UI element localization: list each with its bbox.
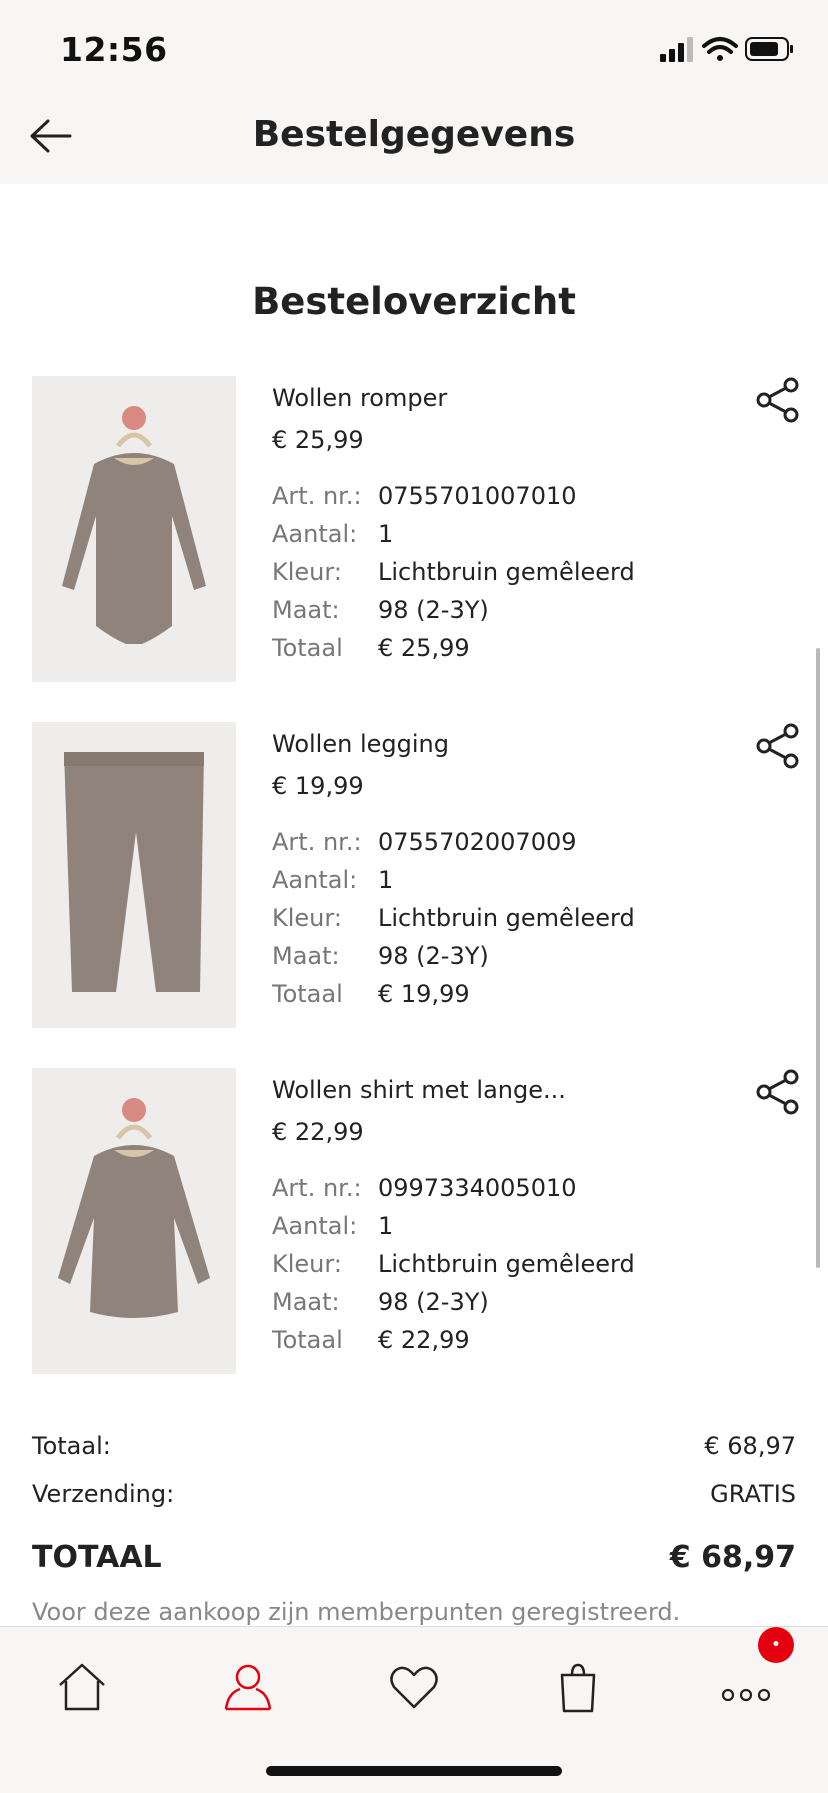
shipping-value: GRATIS — [710, 1480, 796, 1508]
shirt-image[interactable] — [32, 1068, 236, 1374]
art-nr-value: 0755701007010 — [378, 482, 577, 510]
shipping-row: Verzending: GRATIS — [32, 1470, 796, 1518]
section-title: Besteloverzicht — [252, 280, 576, 323]
aantal-value: 1 — [378, 866, 394, 894]
total-value: € 68,97 — [669, 1539, 796, 1575]
romper-image[interactable] — [32, 376, 236, 682]
art-nr-label: Art. nr.: — [272, 1174, 362, 1202]
kleur-label: Kleur: — [272, 558, 342, 586]
tab-home[interactable] — [42, 1647, 122, 1727]
item-name[interactable]: Wollen legging — [272, 730, 449, 758]
maat-value: 98 (2-3Y) — [378, 942, 489, 970]
totaal-label: Totaal — [272, 634, 343, 662]
battery-icon — [745, 37, 793, 61]
member-points-note: Voor deze aankoop zijn memberpunten gere… — [32, 1598, 681, 1626]
order-item: Wollen romper € 25,99 Art. nr.: 075570100… — [32, 376, 802, 682]
account-icon — [224, 1664, 272, 1711]
shipping-label: Verzending: — [32, 1480, 175, 1508]
kleur-value: Lichtbruin gemêleerd — [378, 558, 635, 586]
share-button[interactable] — [754, 722, 802, 770]
maat-value: 98 (2-3Y) — [378, 596, 489, 624]
item-name[interactable]: Wollen shirt met lange... — [272, 1076, 566, 1104]
subtotal-row: Totaal: € 68,97 — [32, 1422, 796, 1470]
status-time: 12:56 — [60, 30, 168, 69]
kleur-value: Lichtbruin gemêleerd — [378, 1250, 635, 1278]
maat-label: Maat: — [272, 596, 340, 624]
totaal-value: € 19,99 — [378, 980, 470, 1008]
order-item: Wollen shirt met lange... € 22,99 Art. n… — [32, 1068, 802, 1374]
item-price: € 25,99 — [272, 426, 364, 454]
art-nr-label: Art. nr.: — [272, 828, 362, 856]
item-details: Art. nr.: 0755702007009 Aantal: 1 Kleur: Li… — [272, 828, 635, 1018]
home-icon — [59, 1663, 105, 1711]
share-icon — [756, 723, 799, 769]
scrollbar[interactable] — [816, 648, 820, 1268]
more-icon — [721, 1688, 771, 1702]
status-bar: 12:56 — [0, 0, 828, 100]
totaal-value: € 22,99 — [378, 1326, 470, 1354]
totaal-label: Totaal — [272, 1326, 343, 1354]
page-title: Bestelgegevens — [252, 114, 576, 155]
tab-favorites[interactable] — [374, 1647, 454, 1727]
subtotal-value: € 68,97 — [704, 1432, 796, 1460]
kleur-value: Lichtbruin gemêleerd — [378, 904, 635, 932]
tab-bag[interactable] — [538, 1647, 618, 1727]
signal-icon — [660, 37, 693, 62]
nav-bar: Bestelgegevens — [0, 100, 828, 184]
share-button[interactable] — [754, 1068, 802, 1116]
order-item: Wollen legging € 19,99 Art. nr.: 07557020… — [32, 722, 802, 1028]
home-indicator[interactable] — [266, 1766, 562, 1776]
aantal-value: 1 — [378, 1212, 394, 1240]
art-nr-value: 0997334005010 — [378, 1174, 577, 1202]
art-nr-value: 0755702007009 — [378, 828, 577, 856]
grand-total-row: TOTAAL € 68,97 — [32, 1522, 796, 1592]
subtotal-label: Totaal: — [32, 1432, 111, 1460]
maat-label: Maat: — [272, 1288, 340, 1316]
order-summary: Totaal: € 68,97 Verzending: GRATIS TOTAA… — [32, 1422, 796, 1592]
art-nr-label: Art. nr.: — [272, 482, 362, 510]
bag-icon — [560, 1663, 596, 1713]
favorites-icon — [390, 1666, 438, 1709]
item-price: € 19,99 — [272, 772, 364, 800]
totaal-value: € 25,99 — [378, 634, 470, 662]
total-label: TOTAAL — [32, 1539, 162, 1575]
aantal-label: Aantal: — [272, 866, 358, 894]
maat-value: 98 (2-3Y) — [378, 1288, 489, 1316]
kleur-label: Kleur: — [272, 1250, 342, 1278]
status-icons — [660, 34, 794, 68]
kleur-label: Kleur: — [272, 904, 342, 932]
aantal-label: Aantal: — [272, 1212, 358, 1240]
share-icon — [756, 1069, 799, 1115]
share-button[interactable] — [754, 376, 802, 424]
item-name[interactable]: Wollen romper — [272, 384, 447, 412]
notification-badge: • — [758, 1627, 794, 1663]
legging-image[interactable] — [32, 722, 236, 1028]
wifi-icon — [702, 37, 738, 61]
totaal-label: Totaal — [272, 980, 343, 1008]
item-details: Art. nr.: 0755701007010 Aantal: 1 Kleur: Li… — [272, 482, 635, 672]
tab-account[interactable] — [208, 1647, 288, 1727]
aantal-value: 1 — [378, 520, 394, 548]
aantal-label: Aantal: — [272, 520, 358, 548]
item-details: Art. nr.: 0997334005010 Aantal: 1 Kleur: Li… — [272, 1174, 635, 1364]
item-price: € 22,99 — [272, 1118, 364, 1146]
maat-label: Maat: — [272, 942, 340, 970]
share-icon — [756, 377, 799, 423]
